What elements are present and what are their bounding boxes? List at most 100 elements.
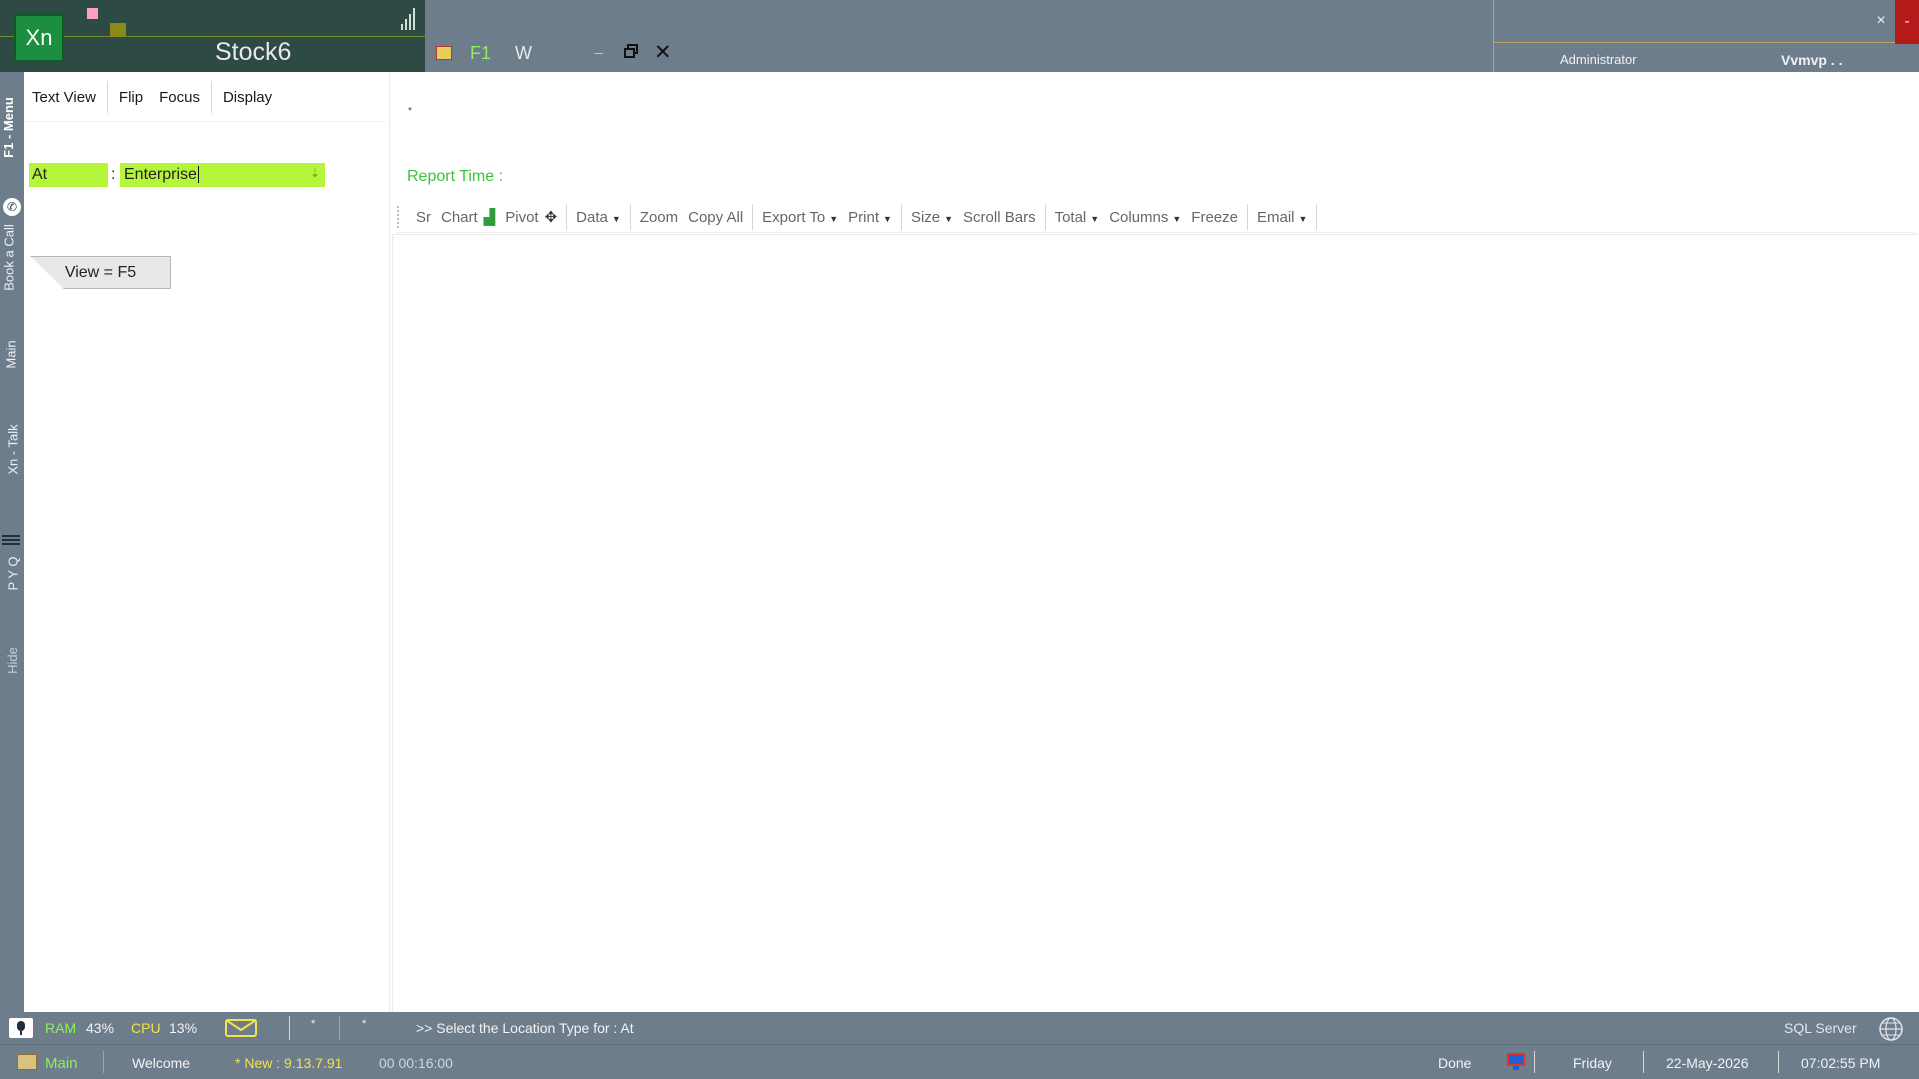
toolbar-grip[interactable] <box>397 206 401 228</box>
side-tab-xn-talk[interactable]: Xn - Talk <box>0 422 24 478</box>
new-version-link[interactable]: * New : 9.13.7.91 <box>235 1055 342 1071</box>
user-panel <box>1493 0 1919 72</box>
caret-down-icon: ▼ <box>1172 213 1182 224</box>
user-name[interactable]: Vvmvp . . <box>1781 52 1842 68</box>
caret-down-icon: ▼ <box>1298 213 1308 224</box>
chevron-down-icon[interactable]: ⇣ <box>310 166 320 180</box>
size-dropdown[interactable]: Size ▼ <box>906 209 958 226</box>
mic-icon[interactable] <box>9 1018 33 1038</box>
status-divider <box>339 1016 340 1040</box>
session-timer: 00 00:16:00 <box>379 1055 453 1071</box>
status-divider <box>1534 1051 1535 1073</box>
location-type-label: At <box>29 163 108 187</box>
caret-down-icon: ▼ <box>944 213 954 224</box>
olive-indicator-icon <box>110 23 126 37</box>
mail-icon[interactable] <box>225 1019 257 1037</box>
side-tab-hide[interactable]: Hide <box>0 642 24 680</box>
side-tab-label: Main <box>3 340 19 369</box>
toolbar-divider <box>1246 204 1248 230</box>
list-icon[interactable] <box>2 533 20 549</box>
total-label: Total <box>1054 208 1087 226</box>
location-type-select[interactable]: Enterprise <box>120 163 325 187</box>
toolbar-divider <box>1316 204 1318 230</box>
cpu-value: 13% <box>169 1020 198 1036</box>
side-tab-label: P Y Q <box>5 556 21 591</box>
globe-icon[interactable] <box>1878 1016 1904 1042</box>
grid-toolbar: Sr Chart ▟ Pivot ✥ Data ▼ Zoom Copy All Exp… <box>397 202 1915 233</box>
restore-icon[interactable] <box>624 44 638 58</box>
columns-label: Columns <box>1109 208 1169 226</box>
pivot-button[interactable]: Pivot ✥ <box>500 208 562 226</box>
columns-dropdown[interactable]: Columns ▼ <box>1104 209 1186 226</box>
email-dropdown[interactable]: Email ▼ <box>1252 209 1312 226</box>
side-tab-label: Xn - Talk <box>5 424 21 475</box>
pivot-label: Pivot <box>505 209 539 226</box>
chart-icon: ▟ <box>483 209 496 226</box>
scroll-bars-button[interactable]: Scroll Bars <box>958 209 1041 226</box>
left-menu: Text View Flip Focus Display <box>24 81 280 113</box>
user-role: Administrator <box>1560 52 1637 67</box>
divider <box>24 121 386 122</box>
w-button[interactable]: W <box>515 43 532 64</box>
export-label: Export To <box>762 208 826 226</box>
toolbar-divider <box>1044 204 1046 230</box>
menu-flip[interactable]: Flip <box>111 89 151 106</box>
caret-down-icon: ▼ <box>883 213 892 224</box>
remote-desktop-icon[interactable] <box>1505 1051 1527 1073</box>
close-icon[interactable]: ✕ <box>654 40 672 65</box>
side-tab-label: F1 - Menu <box>0 97 16 158</box>
status-divider <box>1643 1051 1644 1073</box>
chart-label: Chart <box>441 209 478 226</box>
close-app-button[interactable]: × <box>1869 6 1893 36</box>
phone-icon[interactable]: ✆ <box>3 198 21 216</box>
report-time-label: Report Time : <box>407 168 504 185</box>
main-tab[interactable]: Main <box>45 1055 78 1072</box>
data-label: Data <box>576 208 608 226</box>
text-cursor <box>197 166 199 183</box>
side-tab-label: Hide <box>4 647 20 674</box>
ram-value: 43% <box>86 1020 115 1036</box>
sr-button[interactable]: Sr <box>411 209 436 226</box>
menu-text-view[interactable]: Text View <box>24 89 104 106</box>
freeze-button[interactable]: Freeze <box>1186 209 1243 226</box>
filter-separator: : <box>111 166 116 183</box>
side-tab-pyq[interactable]: P Y Q <box>0 552 24 597</box>
toolbar-divider <box>752 204 754 230</box>
chart-button[interactable]: Chart ▟ <box>436 208 500 226</box>
report-icon[interactable] <box>436 46 452 60</box>
report-grid[interactable] <box>392 234 1918 1012</box>
welcome-tab[interactable]: Welcome <box>132 1055 190 1071</box>
main-icon[interactable] <box>17 1054 37 1070</box>
app-logo[interactable]: Xn <box>14 14 64 62</box>
status-star: * <box>311 1018 316 1030</box>
taskbar: Main Welcome * New : 9.13.7.91 00 00:16:… <box>0 1044 1919 1079</box>
side-tab-book-a-call[interactable]: Book a Call <box>0 222 24 294</box>
f1-button[interactable]: F1 <box>470 43 491 64</box>
side-tab-f1-menu[interactable]: F1 - Menu <box>0 88 24 168</box>
email-label: Email <box>1256 208 1295 226</box>
cpu-label: CPU <box>131 1020 161 1036</box>
data-dropdown[interactable]: Data ▼ <box>571 209 626 226</box>
status-message: >> Select the Location Type for : At <box>416 1020 634 1036</box>
status-date: 22-May-2026 <box>1666 1055 1749 1071</box>
status-done: Done <box>1438 1055 1472 1071</box>
status-day: Friday <box>1573 1055 1612 1071</box>
print-dropdown[interactable]: Print ▼ <box>843 209 897 226</box>
minimize-app-button[interactable]: - <box>1895 0 1919 44</box>
total-dropdown[interactable]: Total ▼ <box>1050 209 1105 226</box>
status-bar: RAM 43% CPU 13% * * >> Select the Locati… <box>0 1012 1919 1044</box>
toolbar-divider <box>566 204 568 230</box>
menu-focus[interactable]: Focus <box>151 89 208 106</box>
filter-panel <box>24 72 390 1012</box>
minimize-icon[interactable]: _ <box>595 38 603 54</box>
copy-all-button[interactable]: Copy All <box>683 209 748 226</box>
signal-bars-icon <box>401 8 417 30</box>
export-to-dropdown[interactable]: Export To ▼ <box>757 209 843 226</box>
side-tab-main[interactable]: Main <box>0 335 24 375</box>
location-type-value: Enterprise <box>124 166 197 183</box>
size-label: Size <box>910 208 941 226</box>
caret-down-icon: ▼ <box>611 213 621 224</box>
zoom-button[interactable]: Zoom <box>635 209 683 226</box>
menu-display[interactable]: Display <box>215 89 280 106</box>
app-title: Stock6 <box>215 38 292 66</box>
